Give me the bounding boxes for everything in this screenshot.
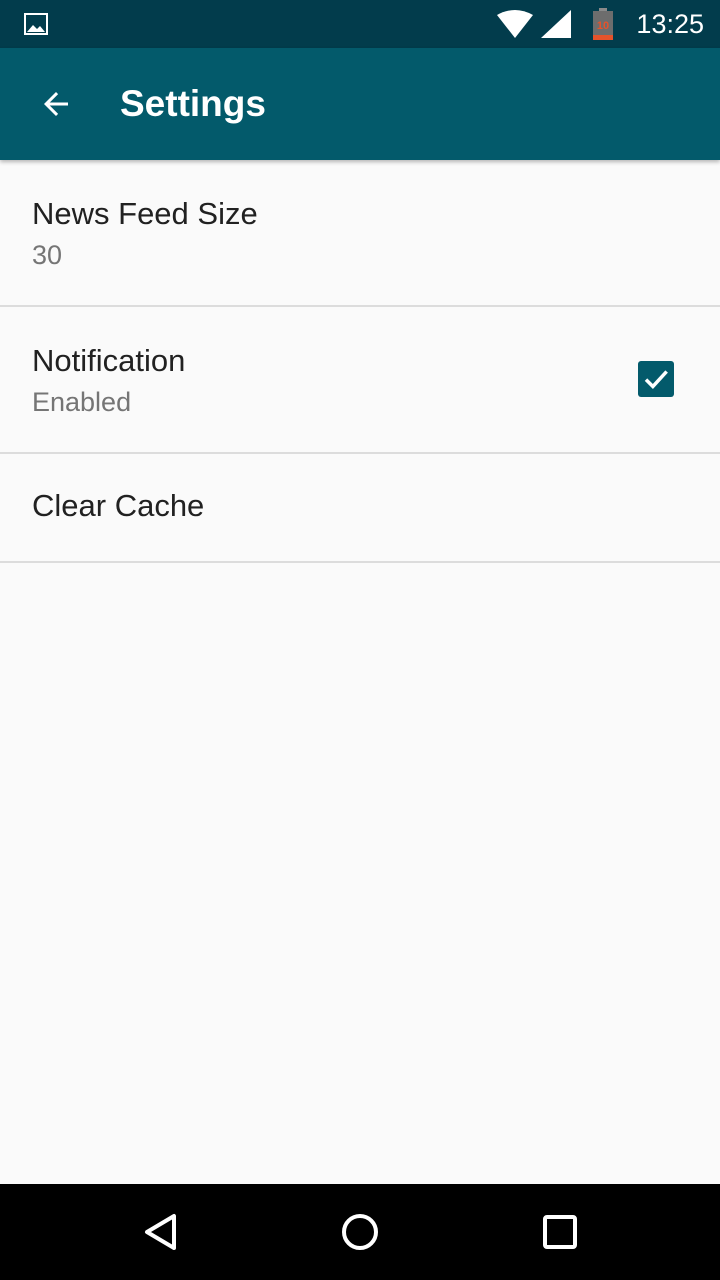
settings-screen: 10 13:25 Settings News Feed Size 30 Noti… <box>0 0 720 1280</box>
battery-level-text: 10 <box>597 20 609 32</box>
back-button[interactable] <box>24 80 88 128</box>
nav-back-button[interactable] <box>136 1208 184 1256</box>
pref-notification[interactable]: Notification Enabled <box>0 307 720 454</box>
settings-list: News Feed Size 30 Notification Enabled C… <box>0 160 720 563</box>
navigation-bar <box>0 1184 720 1280</box>
image-notification-icon <box>24 13 48 35</box>
status-clock: 13:25 <box>636 9 704 39</box>
wifi-icon <box>497 10 533 38</box>
nav-recents-button[interactable] <box>536 1208 584 1256</box>
status-bar: 10 13:25 <box>0 0 720 48</box>
nav-home-button[interactable] <box>336 1208 384 1256</box>
pref-title: News Feed Size <box>32 196 258 231</box>
pref-news-feed-size[interactable]: News Feed Size 30 <box>0 160 720 307</box>
pref-title: Notification <box>32 343 186 378</box>
page-title: Settings <box>120 83 266 124</box>
back-triangle-icon <box>145 1214 176 1250</box>
pref-summary: 30 <box>32 240 63 270</box>
app-bar: Settings <box>0 48 720 160</box>
pref-title: Clear Cache <box>32 488 205 523</box>
notification-checkbox[interactable] <box>638 361 674 397</box>
battery-icon: 10 <box>593 8 613 40</box>
home-circle-icon <box>342 1214 378 1250</box>
check-icon <box>644 370 668 390</box>
cell-signal-icon <box>541 10 571 38</box>
recents-square-icon <box>543 1215 577 1249</box>
pref-summary: Enabled <box>32 387 132 417</box>
arrow-back-icon <box>44 92 68 116</box>
pref-clear-cache[interactable]: Clear Cache <box>0 454 720 563</box>
